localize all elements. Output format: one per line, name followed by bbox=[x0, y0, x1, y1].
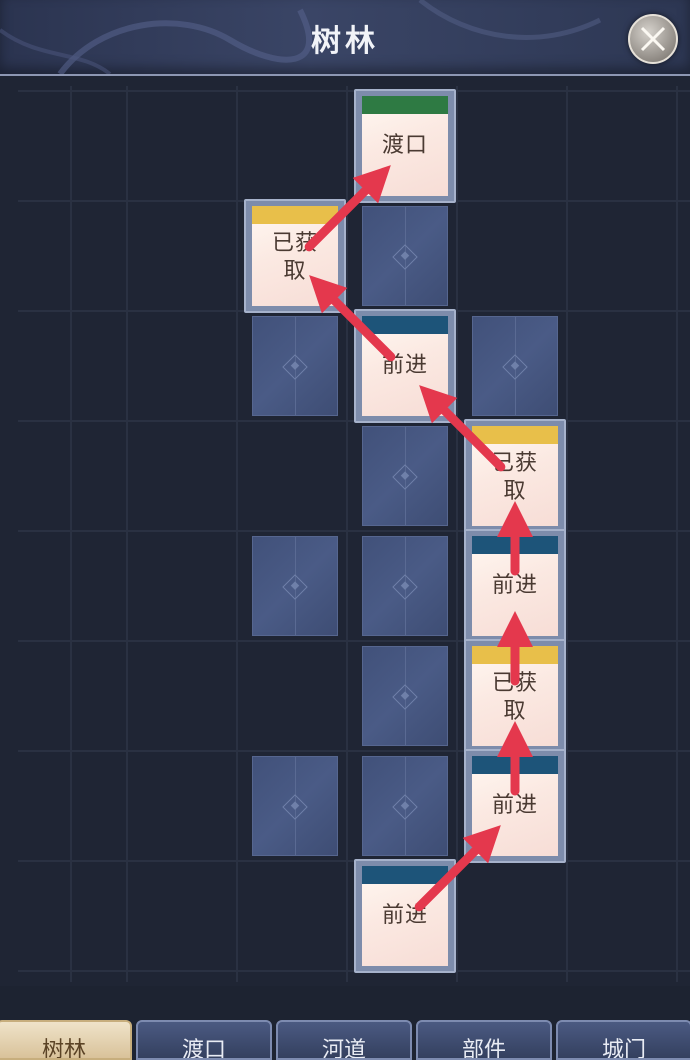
diamond-icon bbox=[502, 354, 528, 380]
revealed-tile[interactable]: 前进 bbox=[472, 756, 558, 856]
grid-line-horizontal bbox=[18, 750, 690, 752]
tile-label: 前进 bbox=[381, 353, 428, 378]
game-board: 渡口 已获取 前进 已获取 前进 已获取 前进 前进 bbox=[0, 76, 690, 986]
tile-color-band bbox=[472, 426, 558, 444]
diamond-icon bbox=[392, 684, 418, 710]
revealed-tile[interactable]: 前进 bbox=[472, 536, 558, 636]
tile-label: 前进 bbox=[381, 903, 428, 928]
grid-line-vertical bbox=[126, 86, 128, 982]
tile-label: 前进 bbox=[491, 793, 538, 818]
close-button[interactable] bbox=[628, 14, 678, 64]
close-icon bbox=[640, 26, 666, 52]
revealed-tile[interactable]: 前进 bbox=[362, 316, 448, 416]
revealed-tile[interactable]: 已获取 bbox=[252, 206, 338, 306]
tile-color-band bbox=[362, 96, 448, 114]
tile-label: 渡口 bbox=[381, 133, 428, 158]
header-bar: 树林 bbox=[0, 0, 690, 76]
hidden-tile[interactable] bbox=[362, 536, 448, 636]
tile-color-band bbox=[362, 866, 448, 884]
diamond-icon bbox=[392, 574, 418, 600]
diamond-icon bbox=[392, 244, 418, 270]
grid-line-vertical bbox=[346, 86, 348, 982]
hidden-tile[interactable] bbox=[362, 206, 448, 306]
tile-label: 已获取 bbox=[491, 671, 538, 724]
grid-line-horizontal bbox=[18, 640, 690, 642]
bottom-tab-bar: 树林 渡口 河道 部件 城门 bbox=[0, 1018, 690, 1060]
tile-label: 已获取 bbox=[491, 451, 538, 504]
hidden-tile[interactable] bbox=[252, 316, 338, 416]
revealed-tile[interactable]: 渡口 bbox=[362, 96, 448, 196]
diamond-icon bbox=[392, 464, 418, 490]
grid-line-horizontal bbox=[18, 530, 690, 532]
grid-line-vertical bbox=[566, 86, 568, 982]
page-title: 树林 bbox=[311, 24, 379, 59]
tab-2[interactable]: 河道 bbox=[276, 1020, 412, 1060]
tile-color-band bbox=[472, 756, 558, 774]
diamond-icon bbox=[282, 354, 308, 380]
revealed-tile[interactable]: 已获取 bbox=[472, 646, 558, 746]
hidden-tile[interactable] bbox=[362, 646, 448, 746]
tile-color-band bbox=[472, 646, 558, 664]
tab-1[interactable]: 渡口 bbox=[136, 1020, 272, 1060]
tab-4[interactable]: 城门 bbox=[556, 1020, 690, 1060]
grid-line-vertical bbox=[676, 86, 678, 982]
diamond-icon bbox=[392, 794, 418, 820]
revealed-tile[interactable]: 前进 bbox=[362, 866, 448, 966]
grid-line-vertical bbox=[70, 86, 72, 982]
grid-line-vertical bbox=[456, 86, 458, 982]
grid-line-vertical bbox=[236, 86, 238, 982]
tile-color-band bbox=[252, 206, 338, 224]
tile-color-band bbox=[362, 316, 448, 334]
revealed-tile[interactable]: 已获取 bbox=[472, 426, 558, 526]
tile-label: 前进 bbox=[491, 573, 538, 598]
tab-3[interactable]: 部件 bbox=[416, 1020, 552, 1060]
hidden-tile[interactable] bbox=[362, 756, 448, 856]
diamond-icon bbox=[282, 574, 308, 600]
tab-0[interactable]: 树林 bbox=[0, 1020, 132, 1060]
hidden-tile[interactable] bbox=[252, 756, 338, 856]
hidden-tile[interactable] bbox=[362, 426, 448, 526]
diamond-icon bbox=[282, 794, 308, 820]
hidden-tile[interactable] bbox=[472, 316, 558, 416]
tile-label: 已获取 bbox=[271, 231, 318, 284]
tile-color-band bbox=[472, 536, 558, 554]
hidden-tile[interactable] bbox=[252, 536, 338, 636]
